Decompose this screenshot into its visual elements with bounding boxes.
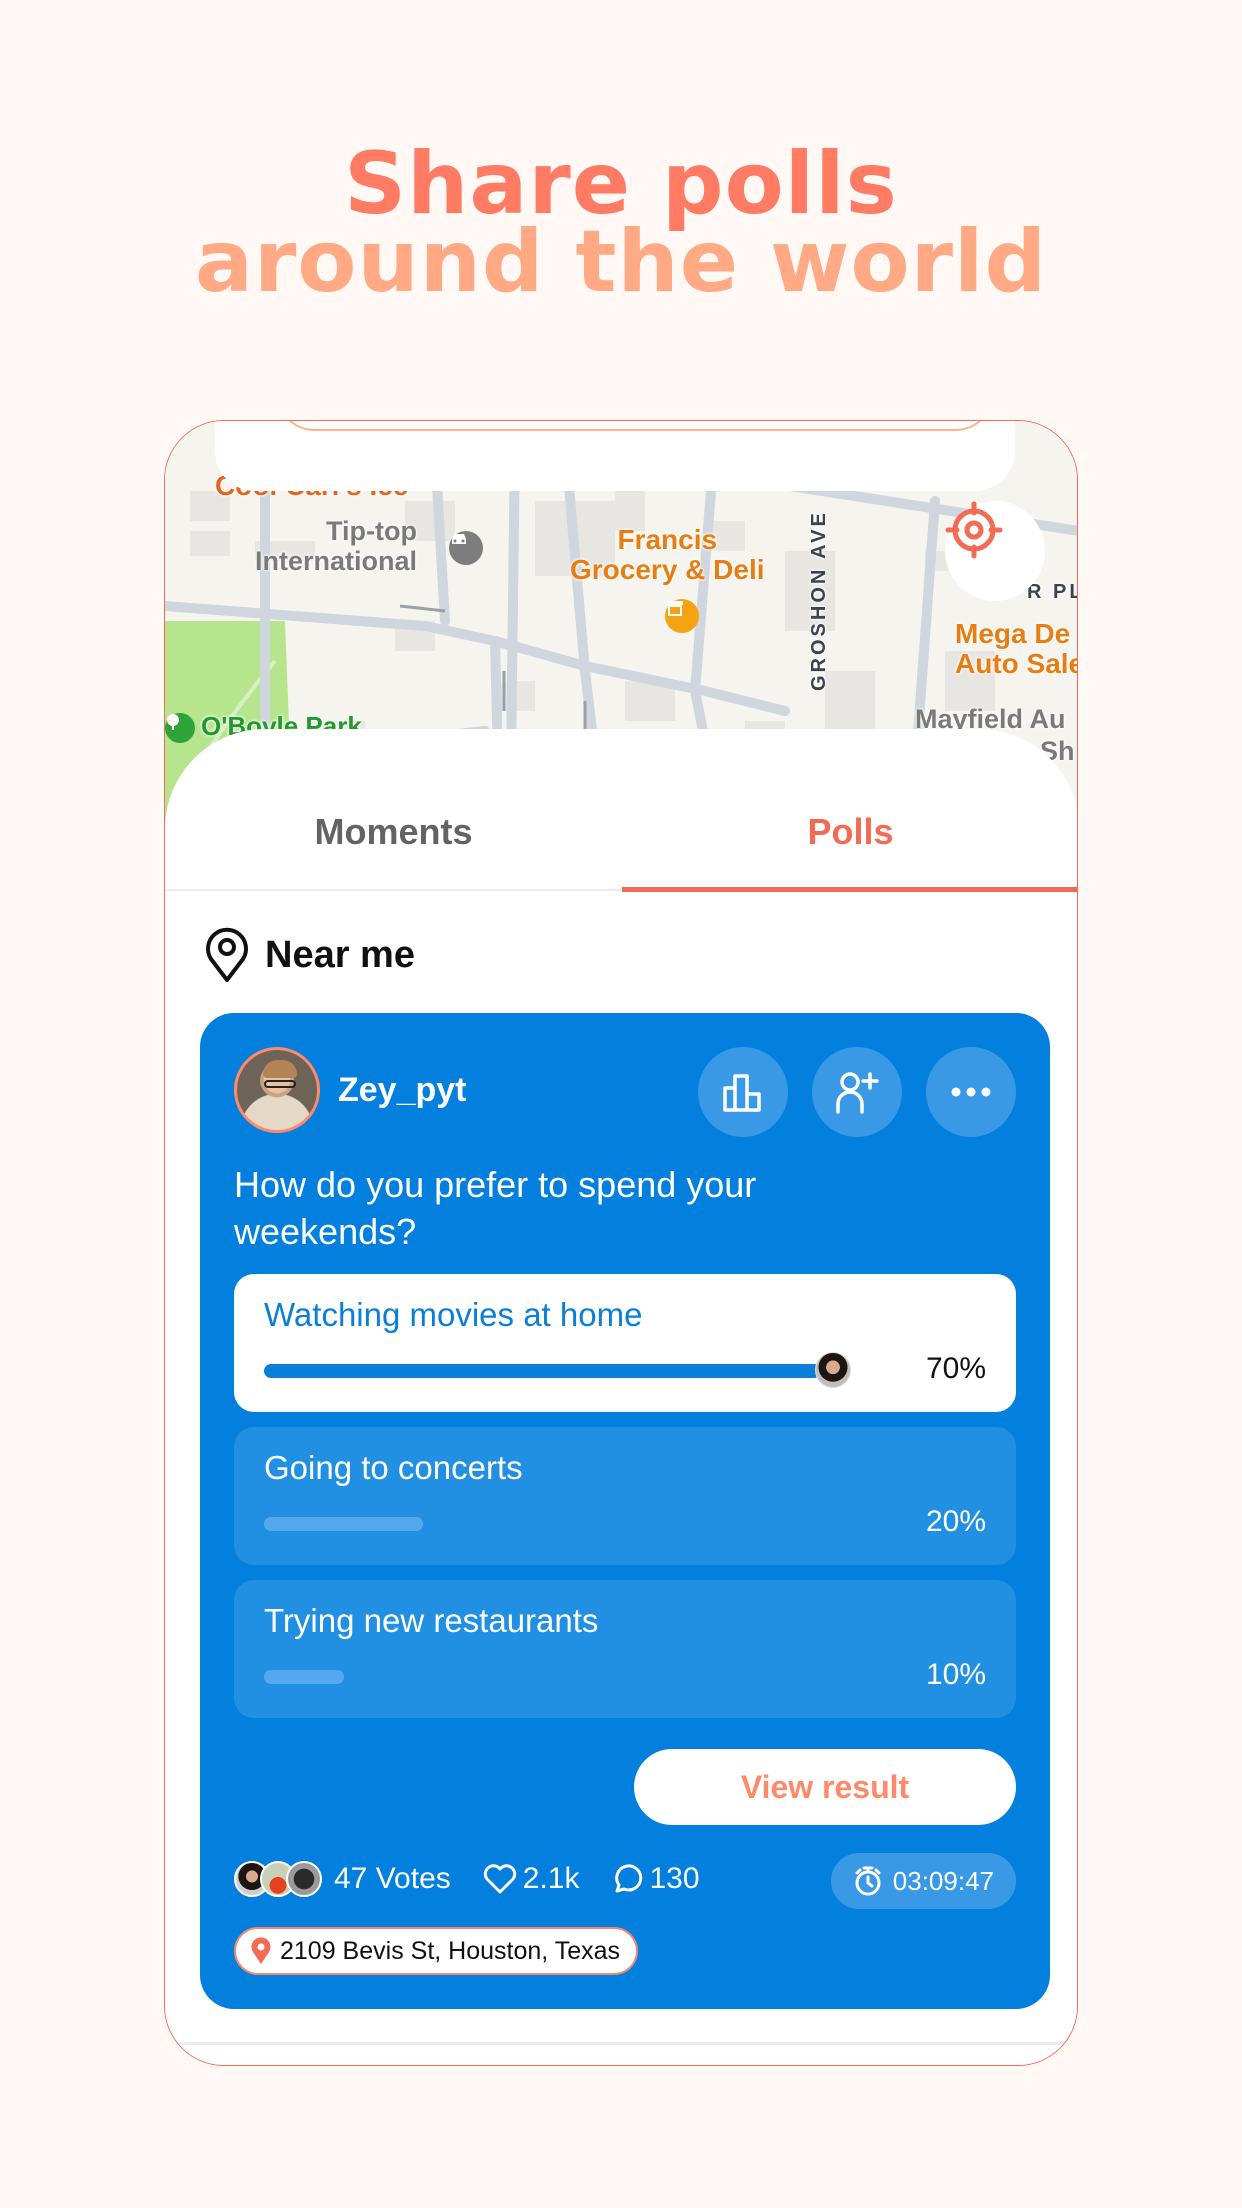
add-user-icon (836, 1072, 879, 1114)
map-label-francis-line2: Grocery & Deli (570, 554, 765, 585)
phone-frame: Cool Carl's Ice Tip-top International Fr… (164, 420, 1078, 2066)
option-progress-fill (264, 1364, 821, 1378)
poll-actions (698, 1047, 1016, 1137)
near-me-title: Near me (265, 933, 415, 976)
park-tree-icon[interactable] (165, 713, 195, 743)
votes-count: 47 Votes (334, 1862, 451, 1895)
headline-line-2: around the world (194, 212, 1048, 312)
map-label-groshon-ave: GROSHON AVE (808, 510, 830, 691)
location-pin-icon (251, 1937, 271, 1964)
map-label-mega-line2: Auto Sale (955, 648, 1078, 679)
near-me-header: Near me (205, 927, 415, 983)
tab-bar: Moments Polls (165, 789, 1077, 892)
car-service-poi-icon[interactable] (449, 531, 483, 565)
divider (165, 2042, 1077, 2045)
option-percent: 70% (925, 1352, 986, 1385)
map-search-field[interactable]: 2109 Bevis St, Houston, Texas, 80034 (275, 421, 995, 431)
heart-icon (483, 1864, 516, 1894)
headline: Share polls around the world (0, 141, 1242, 312)
map-label-tiptop-line2: International (255, 546, 418, 576)
option-progress-fill (264, 1670, 344, 1684)
poll-location-chip[interactable]: 2109 Bevis St, Houston, Texas (234, 1927, 639, 1975)
location-pin-outline-icon (206, 927, 248, 982)
option-percent: 10% (925, 1658, 986, 1691)
bottom-sheet: Moments Polls Near me Zey_pyt How do you… (165, 729, 1077, 2065)
option-label: Watching movies at home (264, 1296, 643, 1333)
poll-timer: 03:09:47 (830, 1853, 1016, 1909)
stats-button[interactable] (698, 1047, 788, 1137)
map-label-mega-auto: Mega De Auto Sale (955, 618, 1078, 679)
comments-count: 130 (649, 1862, 700, 1895)
more-icon (951, 1087, 991, 1097)
comments-stat[interactable]: 130 (611, 1862, 700, 1896)
option-progress (264, 1517, 844, 1531)
timer-value: 03:09:47 (892, 1865, 994, 1896)
map-label-tiptop-line1: Tip-top (326, 516, 418, 546)
poll-option[interactable]: Going to concerts 20% (234, 1427, 1016, 1565)
poll-question: How do you prefer to spend your weekends… (234, 1164, 757, 1252)
poll-author: Zey_pyt (234, 1047, 467, 1133)
voter-avatar (815, 1352, 851, 1388)
option-progress-fill (264, 1517, 423, 1531)
likes-count: 2.1k (522, 1862, 580, 1895)
option-label: Going to concerts (264, 1449, 523, 1486)
poll-location-text: 2109 Bevis St, Houston, Texas (280, 1936, 621, 1965)
more-button[interactable] (926, 1047, 1016, 1137)
voter-avatar (286, 1861, 322, 1897)
poll-option[interactable]: Trying new restaurants 10% (234, 1580, 1016, 1718)
comment-icon (615, 1864, 643, 1893)
tab-moments[interactable]: Moments (165, 789, 622, 889)
map-label-rpl: R PL (1027, 581, 1077, 603)
map-search-container: 2109 Bevis St, Houston, Texas, 80034 (215, 421, 1015, 491)
map-label-francis: Francis Grocery & Deli (570, 525, 765, 585)
option-label: Trying new restaurants (264, 1602, 599, 1639)
follow-button[interactable] (812, 1047, 902, 1137)
likes-stat[interactable]: 2.1k (483, 1862, 580, 1896)
map-label-francis-line1: Francis (617, 524, 718, 555)
tab-polls[interactable]: Polls (622, 789, 1077, 892)
map-label-mega-line1: Mega De (955, 618, 1071, 649)
map-label-tiptop: Tip-top International (255, 516, 417, 576)
bar-chart-icon (723, 1074, 761, 1112)
option-percent: 20% (925, 1505, 986, 1538)
crosshair-target-icon (945, 501, 1003, 559)
poll-card: Zey_pyt How do you prefer to spend your … (200, 1013, 1050, 2009)
poll-stats: 47 Votes 2.1k 130 (234, 1861, 700, 1897)
author-username[interactable]: Zey_pyt (338, 1071, 467, 1110)
locate-me-button[interactable] (945, 501, 1045, 601)
grocery-store-poi-icon[interactable] (665, 599, 699, 633)
poll-option[interactable]: Watching movies at home 70% (234, 1274, 1016, 1412)
stopwatch-icon (855, 1866, 881, 1896)
voter-avatars (234, 1861, 322, 1897)
votes-stat[interactable]: 47 Votes (234, 1861, 451, 1897)
option-progress (264, 1352, 851, 1388)
author-avatar[interactable] (234, 1047, 320, 1133)
view-result-button[interactable]: View result (634, 1749, 1016, 1825)
option-progress (264, 1670, 844, 1684)
